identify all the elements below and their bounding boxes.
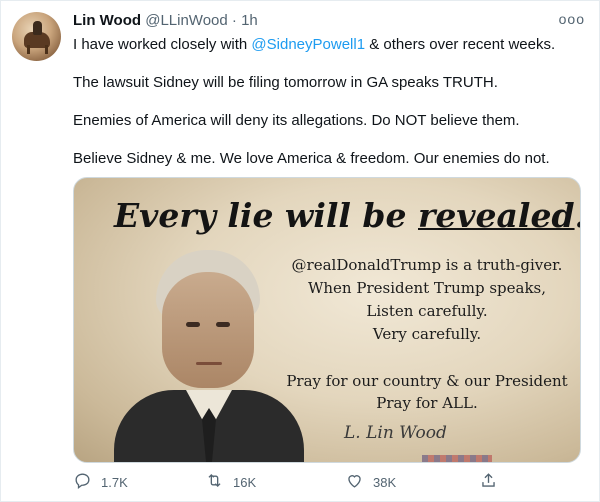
share-icon	[479, 471, 498, 493]
reply-button[interactable]: 1.7K	[73, 471, 128, 493]
tweet-timestamp[interactable]: 1h	[241, 12, 258, 29]
image-headline-part1: Every lie will be	[114, 196, 418, 235]
tweet-header: Lin Wood @LLinWood · 1h	[73, 11, 258, 31]
tweet-actions: 1.7K 16K 38K	[73, 471, 513, 495]
tweet-text: I have worked closely with @SidneyPowell…	[73, 35, 583, 187]
image-quote: @realDonaldTrump is a truth-giver. When …	[272, 254, 580, 346]
avatar-rider	[33, 21, 42, 35]
avatar-horse-leg	[27, 45, 30, 54]
portrait-eye	[186, 322, 200, 327]
reply-icon	[73, 471, 92, 493]
tweet-image[interactable]: Every lie will be revealed. @realDonaldT…	[73, 177, 581, 463]
image-prayer-line: Pray for our country & our President	[286, 372, 568, 390]
author-name[interactable]: Lin Wood	[73, 12, 141, 29]
author-avatar[interactable]	[12, 12, 61, 61]
image-prayer: Pray for our country & our President Pra…	[272, 370, 580, 414]
image-signature: L. Lin Wood	[344, 423, 447, 443]
retweet-button[interactable]: 16K	[205, 471, 256, 493]
image-quote-line: @realDonaldTrump is a truth-giver.	[291, 256, 563, 274]
more-icon[interactable]: ooo	[559, 11, 585, 27]
image-quote-line: Listen carefully.	[366, 302, 488, 320]
image-headline-underlined: revealed	[418, 196, 575, 235]
tweet-paragraph: I have worked closely with @SidneyPowell…	[73, 35, 583, 55]
tweet-paragraph: Enemies of America will deny its allegat…	[73, 112, 520, 129]
avatar-horse-leg	[45, 45, 48, 54]
image-quote-line: When President Trump speaks,	[307, 279, 547, 297]
image-flag-strip	[422, 455, 492, 462]
image-headline: Every lie will be revealed.	[114, 196, 580, 235]
mention-link[interactable]: @SidneyPowell1	[251, 36, 365, 53]
like-count: 38K	[373, 474, 397, 490]
retweet-count: 16K	[233, 474, 257, 490]
author-handle[interactable]: @LLinWood	[145, 12, 228, 29]
image-quote-line: Very carefully.	[372, 325, 482, 343]
tweet-card[interactable]: Lin Wood @LLinWood · 1h ooo I have worke…	[0, 0, 600, 502]
tweet-paragraph: Believe Sidney & me. We love America & f…	[73, 150, 550, 167]
portrait-mouth	[196, 362, 222, 365]
image-headline-period: .	[575, 196, 580, 235]
tweet-line1-suffix: & others over recent weeks.	[365, 36, 556, 53]
tweet-paragraph: The lawsuit Sidney will be filing tomorr…	[73, 74, 498, 91]
image-prayer-line: Pray for ALL.	[376, 394, 478, 412]
portrait-eye	[216, 322, 230, 327]
tweet-line1-prefix: I have worked closely with	[73, 36, 252, 53]
portrait-face	[162, 272, 254, 388]
like-icon	[345, 471, 364, 493]
like-button[interactable]: 38K	[345, 471, 396, 493]
header-separator: ·	[231, 12, 237, 29]
share-button[interactable]	[479, 471, 498, 493]
retweet-icon	[205, 471, 224, 493]
reply-count: 1.7K	[101, 474, 128, 490]
